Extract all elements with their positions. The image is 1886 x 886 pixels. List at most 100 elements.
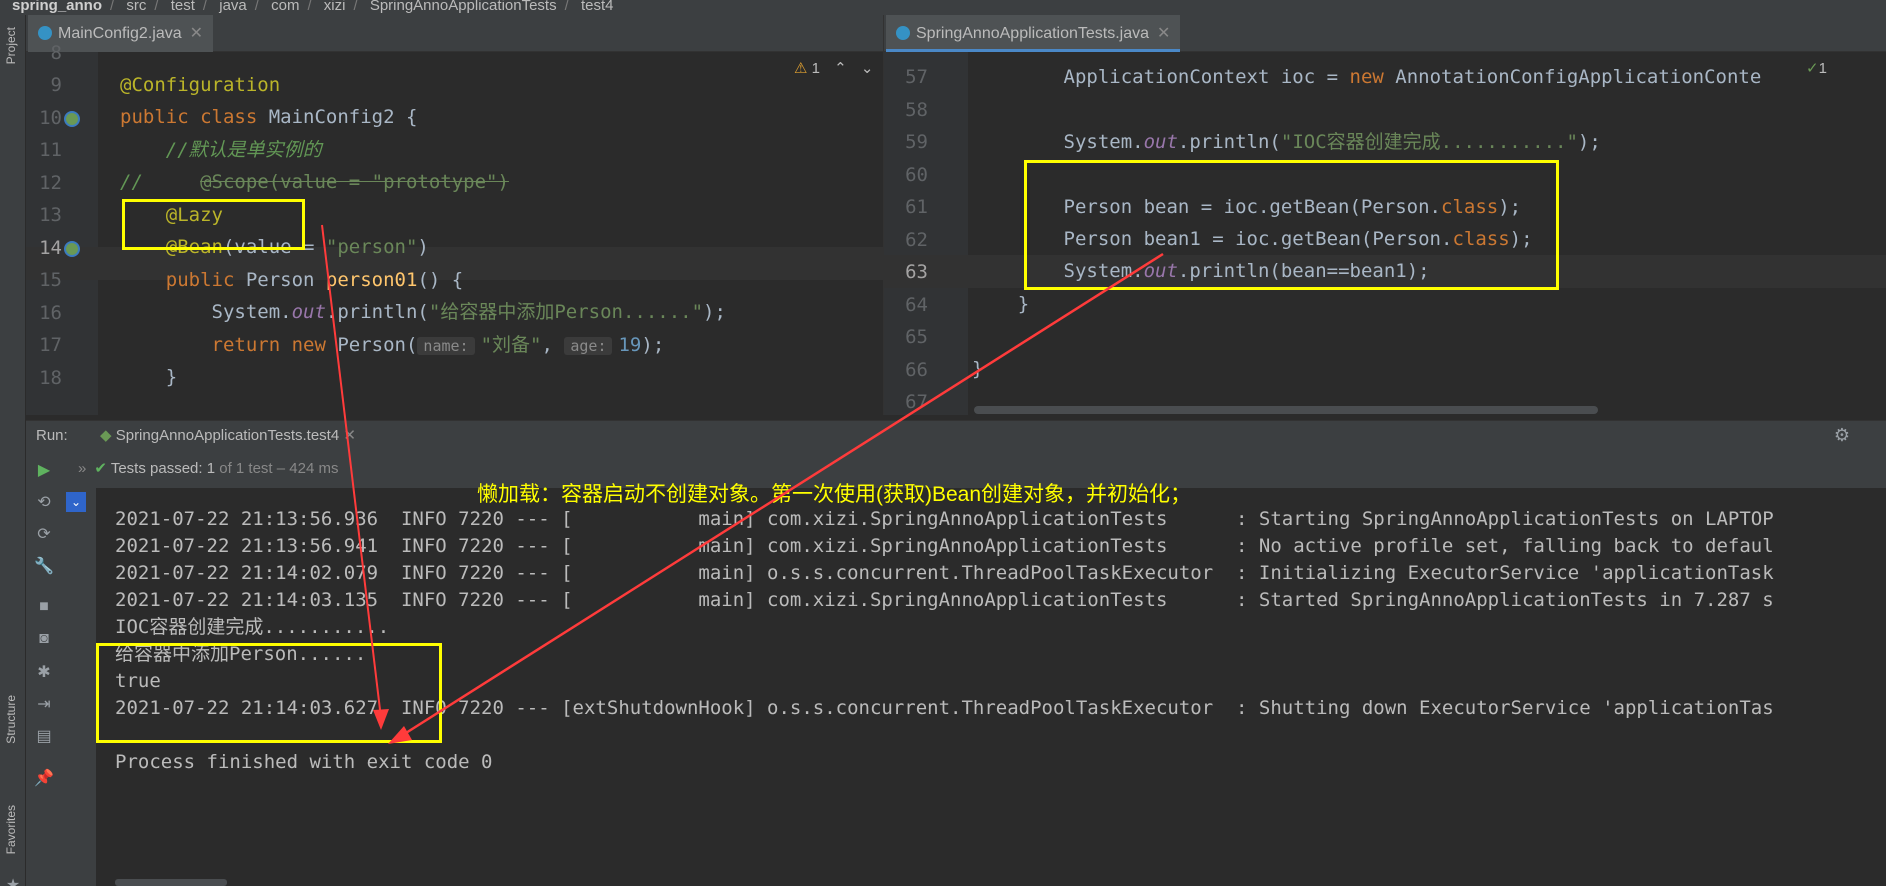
line-number: 66 — [905, 358, 928, 381]
toggle-auto-test-icon[interactable]: ⟳ — [31, 524, 57, 544]
line-number: 16 — [39, 301, 62, 324]
breadcrumb-item[interactable]: java — [219, 0, 247, 14]
line-number: 65 — [905, 326, 928, 348]
rerun-icon[interactable]: ▶ — [31, 460, 57, 480]
close-icon[interactable]: ✕ — [343, 427, 356, 444]
exit-icon[interactable]: ⇥ — [31, 694, 57, 714]
param-hint: age: — [564, 337, 613, 355]
horizontal-scrollbar[interactable] — [115, 879, 227, 886]
structure-tool-tab[interactable]: Structure — [4, 695, 18, 744]
breadcrumb-item[interactable]: com — [271, 0, 299, 14]
line-number: 60 — [905, 163, 928, 186]
horizontal-scrollbar[interactable] — [974, 406, 1598, 414]
left-tool-strip: Project Structure Favorites ★ — [0, 15, 26, 886]
breadcrumb-item[interactable]: src — [126, 0, 146, 14]
editor-tests: SpringAnnoApplicationTests.java ✕ ✓1 57 58… — [883, 15, 1886, 415]
stop-icon[interactable]: ■ — [31, 598, 57, 616]
warning-indicator[interactable]: ✓1 — [1806, 59, 1827, 77]
test-tree-column: ⌄ — [62, 488, 96, 886]
code-line-17[interactable]: return new Person(name: "刘备", age: 19); — [120, 329, 665, 362]
editor-tabbar: SpringAnnoApplicationTests.java ✕ — [884, 15, 1886, 52]
layout-icon[interactable]: ▤ — [31, 726, 57, 746]
warning-indicator[interactable]: ⚠ 1 ⌃ ⌄ — [794, 59, 873, 77]
test-status: » ✔ Tests passed: 1 of 1 test – 424 ms — [78, 460, 339, 477]
bean-gutter-icon[interactable] — [64, 111, 80, 127]
star-icon[interactable]: ★ — [0, 875, 26, 886]
pin-icon[interactable]: 📌 — [31, 768, 57, 788]
check-icon: ✔ — [94, 460, 107, 477]
tab-label: MainConfig2.java — [58, 25, 182, 42]
code-line-16[interactable]: System.out.println("给容器中添加Person......")… — [120, 296, 726, 329]
breadcrumb-item[interactable]: test4 — [581, 0, 614, 14]
breadcrumb-item[interactable]: test — [171, 0, 195, 14]
line-number: 63 — [905, 261, 928, 283]
code-line-59[interactable]: System.out.println("IOC容器创建完成...........… — [972, 126, 1601, 159]
line-number: 13 — [39, 204, 62, 226]
line-number: 8 — [50, 41, 62, 64]
tests-passed-label: Tests passed: 1 — [110, 460, 216, 477]
lazy-highlight-box — [122, 199, 305, 250]
breadcrumb-item[interactable]: xizi — [324, 0, 346, 14]
console-line: 2021-07-22 21:13:56.936 INFO 7220 --- [ … — [115, 508, 1774, 530]
line-number: 64 — [905, 293, 928, 316]
getbean-highlight-box — [1024, 160, 1559, 290]
console-line: 2021-07-22 21:13:56.941 INFO 7220 --- [ … — [115, 535, 1774, 557]
tab-springannoapplicationtests[interactable]: SpringAnnoApplicationTests.java ✕ — [886, 15, 1181, 52]
run-toolbar: ▶ ⟲ ⟳ 🔧 ■ ◙ ✱ ⇥ ▤ 📌 — [26, 450, 62, 886]
breadcrumb-item[interactable]: SpringAnnoApplicationTests — [370, 0, 557, 14]
line-number: 61 — [905, 196, 928, 218]
run-tab[interactable]: ◆ SpringAnnoApplicationTests.test4 ✕ — [92, 421, 364, 451]
code-line-9[interactable]: @Configuration — [120, 69, 280, 102]
editor-mainconfig2: MainConfig2.java ✕ ⚠ 1 ⌃ ⌄ 8 9 10 11 12 13 14 15… — [26, 15, 883, 415]
line-number: 62 — [905, 228, 928, 251]
tab-label: SpringAnnoApplicationTests.java — [916, 25, 1150, 42]
line-number: 14 — [39, 236, 62, 259]
project-tool-tab[interactable]: Project — [4, 27, 18, 64]
java-class-icon — [896, 26, 910, 40]
camera-icon[interactable]: ◙ — [31, 630, 57, 648]
run-tab-label: SpringAnnoApplicationTests.test4 — [115, 427, 340, 444]
line-number: 9 — [50, 74, 62, 96]
close-icon[interactable]: ✕ — [1157, 25, 1170, 42]
wrench-icon[interactable]: 🔧 — [31, 556, 57, 576]
code-line-66[interactable]: } — [972, 353, 983, 386]
line-number: 15 — [39, 269, 62, 291]
close-icon[interactable]: ✕ — [190, 25, 203, 42]
rerun-failed-icon[interactable]: ⟲ — [31, 492, 57, 512]
line-number: 17 — [39, 334, 62, 356]
code-line-12[interactable]: // @Scope(value = "prototype") — [120, 166, 509, 199]
line-number: 59 — [905, 131, 928, 153]
line-number: 67 — [905, 391, 928, 413]
code-line-11[interactable]: //默认是单实例的 — [120, 134, 322, 167]
code-line-64[interactable]: } — [972, 288, 1029, 321]
line-number: 11 — [39, 139, 62, 161]
param-hint: name: — [417, 337, 475, 355]
check-icon: ✓ — [1806, 60, 1819, 77]
console-line: 2021-07-22 21:14:02.079 INFO 7220 --- [ … — [115, 562, 1774, 584]
code-line-57[interactable]: ApplicationContext ioc = new AnnotationC… — [972, 61, 1762, 94]
breadcrumb: spring_anno / src / test / java / com / xizi /… — [0, 0, 1886, 15]
gear-icon[interactable]: ⚙ — [1834, 425, 1850, 446]
run-config-icon: ◆ — [100, 427, 112, 444]
tests-duration: of 1 test – 424 ms — [215, 460, 339, 477]
favorites-tool-tab[interactable]: Favorites — [4, 805, 18, 854]
code-line-18[interactable]: } — [120, 361, 177, 394]
line-number: 10 — [39, 106, 62, 129]
lazy-loading-annotation: 懒加载：容器启动不创建对象。第一次使用(获取)Bean创建对象，并初始化； — [477, 483, 1192, 506]
run-panel-header: Run: ◆ SpringAnnoApplicationTests.test4 … — [26, 420, 1886, 450]
breadcrumb-item[interactable]: spring_anno — [12, 0, 102, 14]
code-line-15[interactable]: public Person person01() { — [120, 264, 463, 297]
test-tree-node[interactable]: ⌄ — [66, 492, 86, 512]
line-number: 12 — [39, 171, 62, 194]
debug-icon[interactable]: ✱ — [31, 662, 57, 682]
line-number: 58 — [905, 98, 928, 121]
editor-tabbar: MainConfig2.java ✕ — [26, 15, 883, 52]
warning-icon: ⚠ — [794, 60, 808, 77]
bean-gutter-icon[interactable] — [64, 241, 80, 257]
console-line: Process finished with exit code 0 — [115, 751, 493, 773]
console-line: IOC容器创建完成........... — [115, 616, 390, 638]
warning-count: 1 — [811, 60, 820, 77]
run-label: Run: — [36, 427, 68, 444]
code-line-10[interactable]: public class MainConfig2 { — [120, 101, 417, 134]
line-number: 18 — [39, 366, 62, 389]
